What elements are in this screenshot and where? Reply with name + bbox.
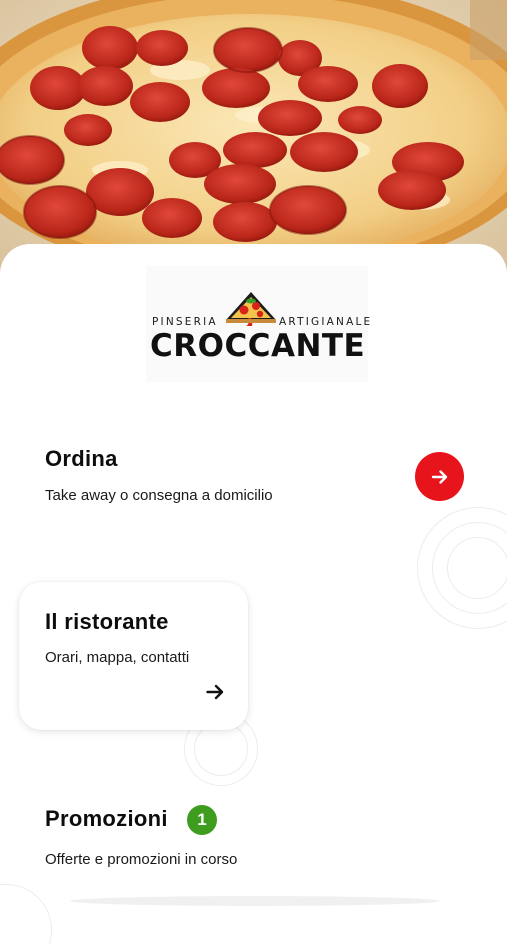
arrow-right-icon xyxy=(431,469,447,484)
logo-tagline-left: PINSERIA xyxy=(152,316,218,328)
pizza-slice-icon xyxy=(226,292,276,326)
promotions-title: Promozioni xyxy=(45,806,168,831)
restaurant-title: Il ristorante xyxy=(45,609,169,634)
brand-logo: PINSERIA ARTIGIANALE CROCCANTE xyxy=(146,266,370,382)
promotions-subtitle: Offerte e promozioni in corso xyxy=(45,851,238,868)
order-arrow-button[interactable] xyxy=(415,452,464,501)
restaurant-subtitle: Orari, mappa, contatti xyxy=(45,649,190,666)
decorative-ring xyxy=(447,537,507,599)
decorative-ring xyxy=(0,884,52,944)
promotions-count-badge: 1 xyxy=(187,805,217,835)
arrow-right-icon xyxy=(206,684,224,700)
order-title: Ordina xyxy=(45,446,118,471)
decorative-ring xyxy=(194,722,248,776)
content-panel: PINSERIA ARTIGIANALE CROCCANTE Ordina Ta… xyxy=(0,244,507,944)
next-card-edge xyxy=(70,896,440,906)
logo-brand-name: CROCCANTE xyxy=(150,328,366,364)
restaurant-card[interactable]: Il ristorante Orari, mappa, contatti xyxy=(19,582,248,730)
order-subtitle: Take away o consegna a domicilio xyxy=(45,487,273,504)
logo-tagline-right: ARTIGIANALE xyxy=(279,316,373,328)
